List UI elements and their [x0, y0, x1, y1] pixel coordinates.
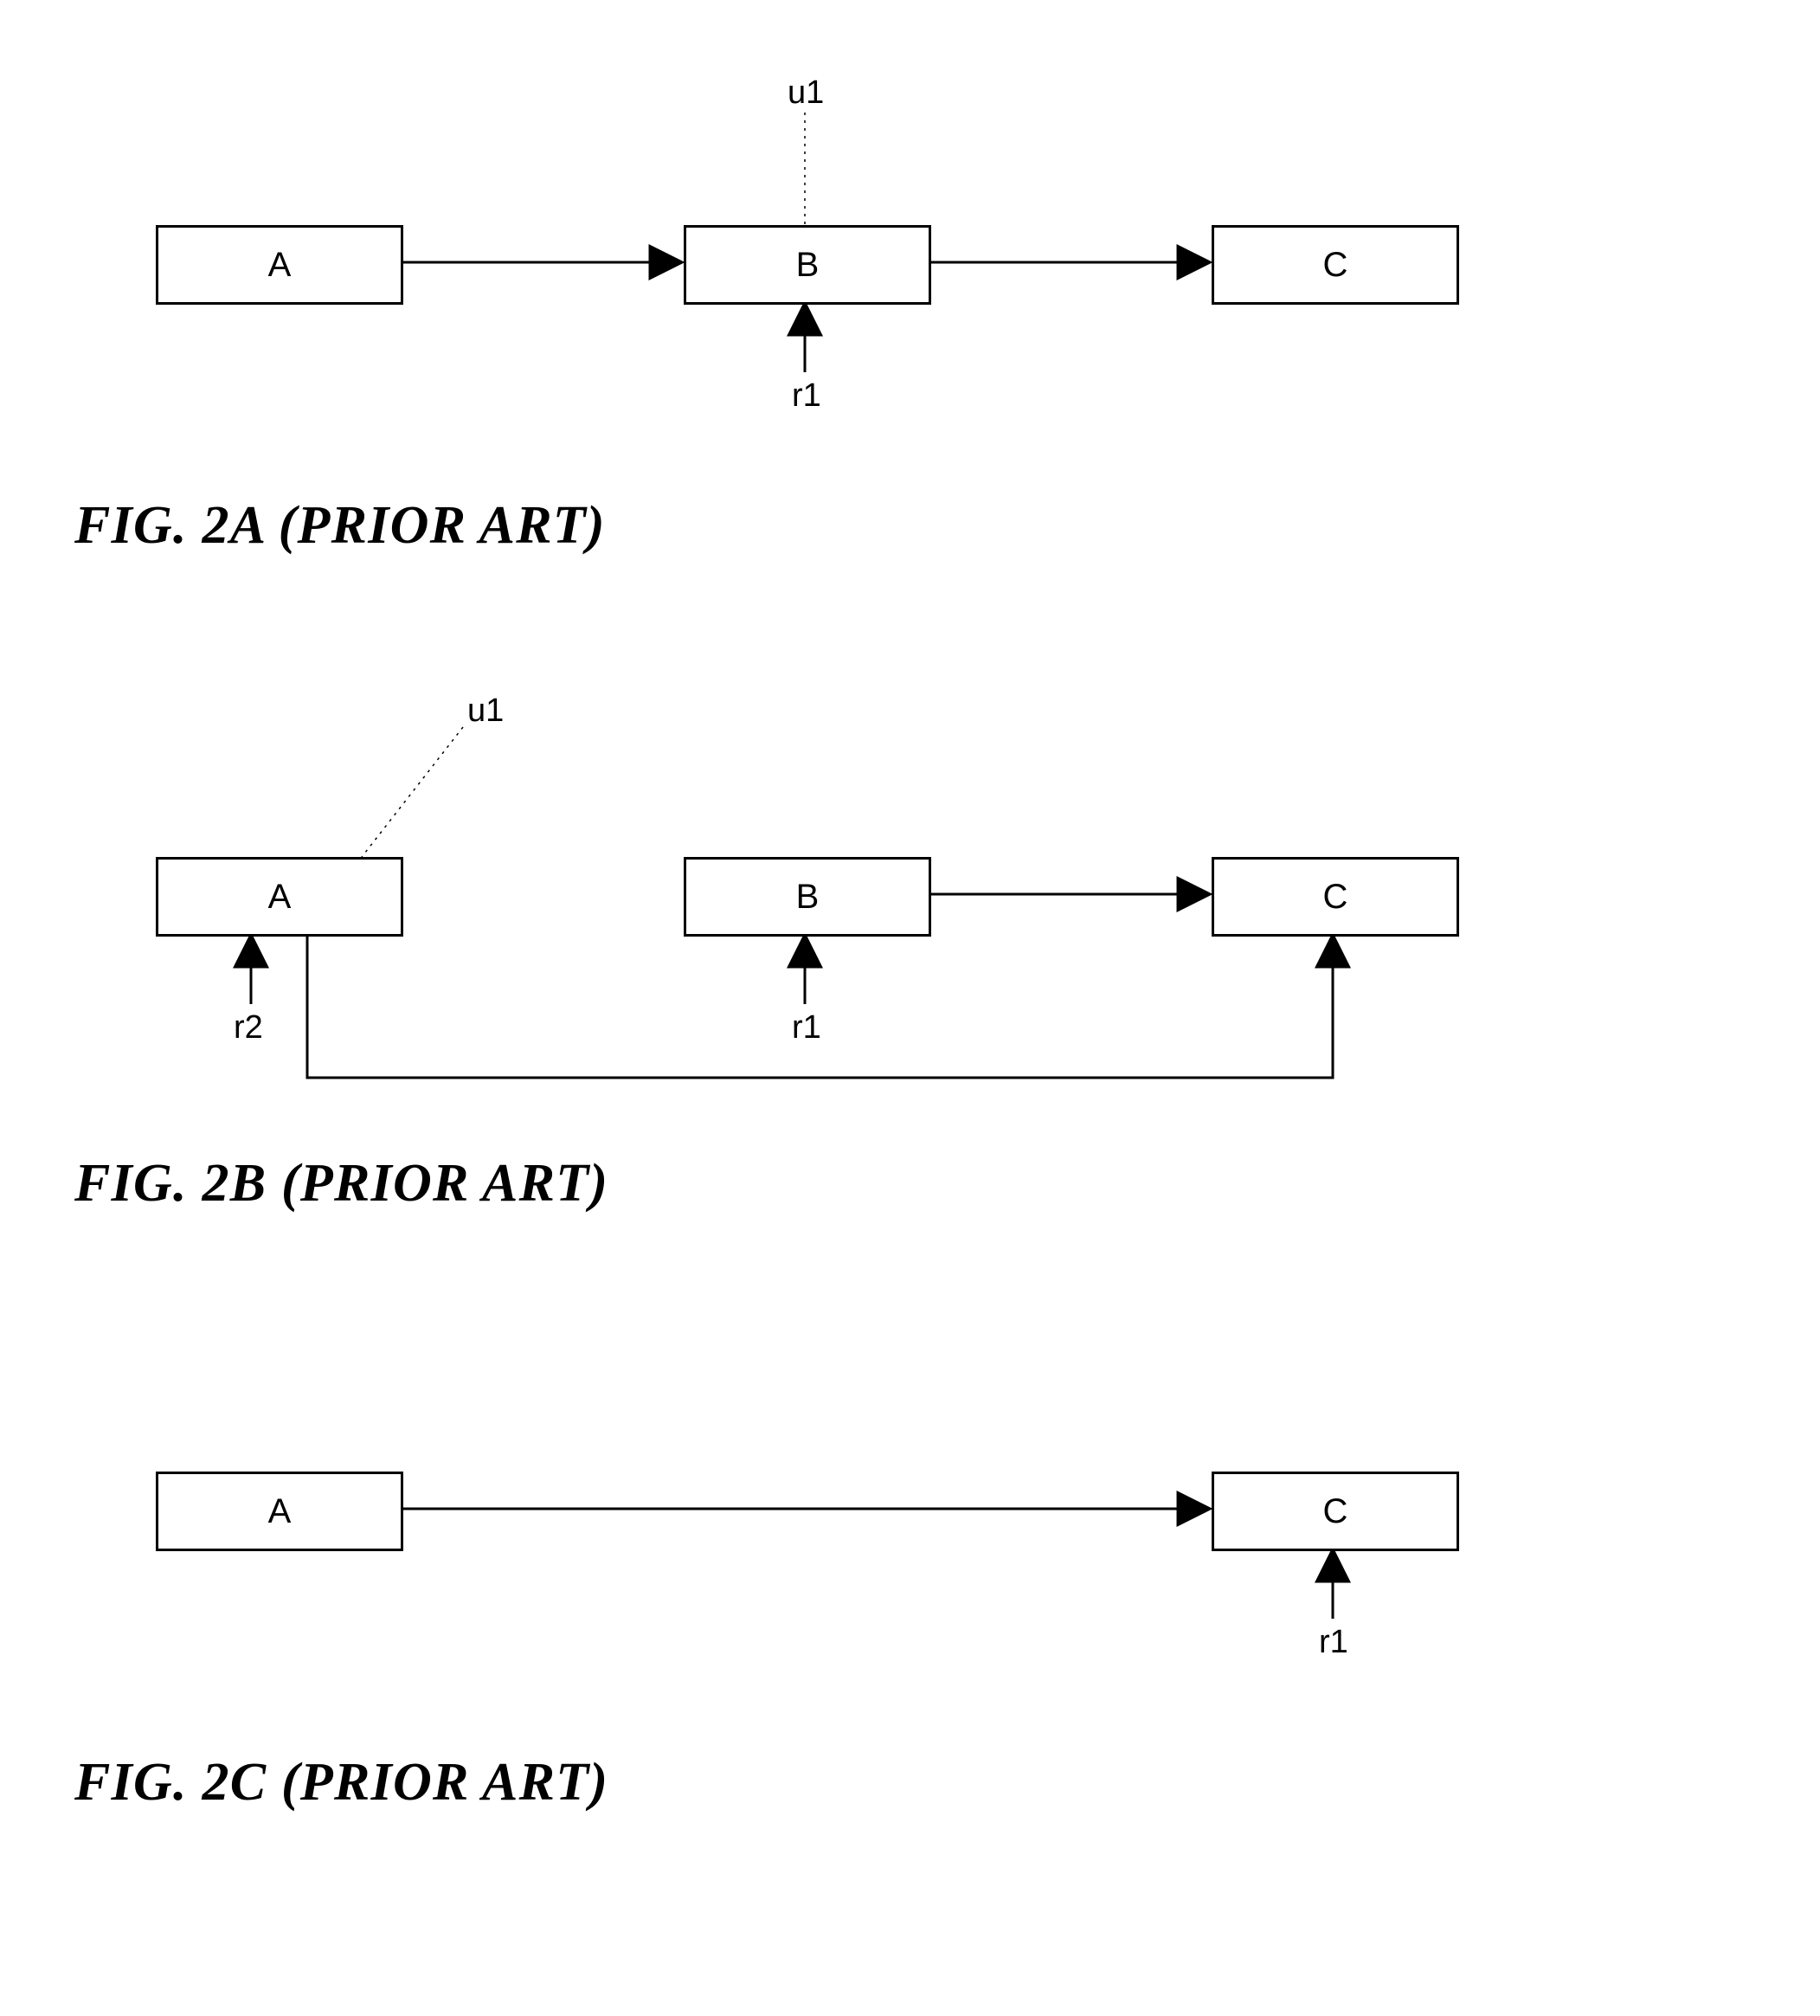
fig2b-label-r2: r2: [234, 1009, 263, 1047]
fig2c-label-r1: r1: [1319, 1624, 1348, 1661]
fig2b-node-A: A: [156, 857, 403, 937]
fig2c-node-C: C: [1212, 1472, 1459, 1551]
fig2c-caption: FIG. 2C (PRIOR ART): [74, 1752, 608, 1813]
node-label: A: [268, 878, 292, 917]
node-label: C: [1323, 246, 1348, 285]
fig2a-node-B: B: [684, 225, 931, 305]
node-label: A: [268, 1492, 292, 1531]
node-label: B: [796, 878, 820, 917]
fig2a-node-C: C: [1212, 225, 1459, 305]
node-label: C: [1323, 878, 1348, 917]
node-label: B: [796, 246, 820, 285]
fig2b-caption: FIG. 2B (PRIOR ART): [74, 1153, 608, 1214]
fig2c-node-A: A: [156, 1472, 403, 1551]
fig2a-node-A: A: [156, 225, 403, 305]
fig2a-label-r1: r1: [792, 377, 821, 415]
node-label: A: [268, 246, 292, 285]
fig2b-label-r1: r1: [792, 1009, 821, 1047]
fig2b-label-u1: u1: [467, 692, 504, 730]
fig2b-node-C: C: [1212, 857, 1459, 937]
fig2a-caption: FIG. 2A (PRIOR ART): [74, 495, 606, 557]
fig2b-node-B: B: [684, 857, 931, 937]
node-label: C: [1323, 1492, 1348, 1531]
fig2a-label-u1: u1: [788, 74, 824, 112]
